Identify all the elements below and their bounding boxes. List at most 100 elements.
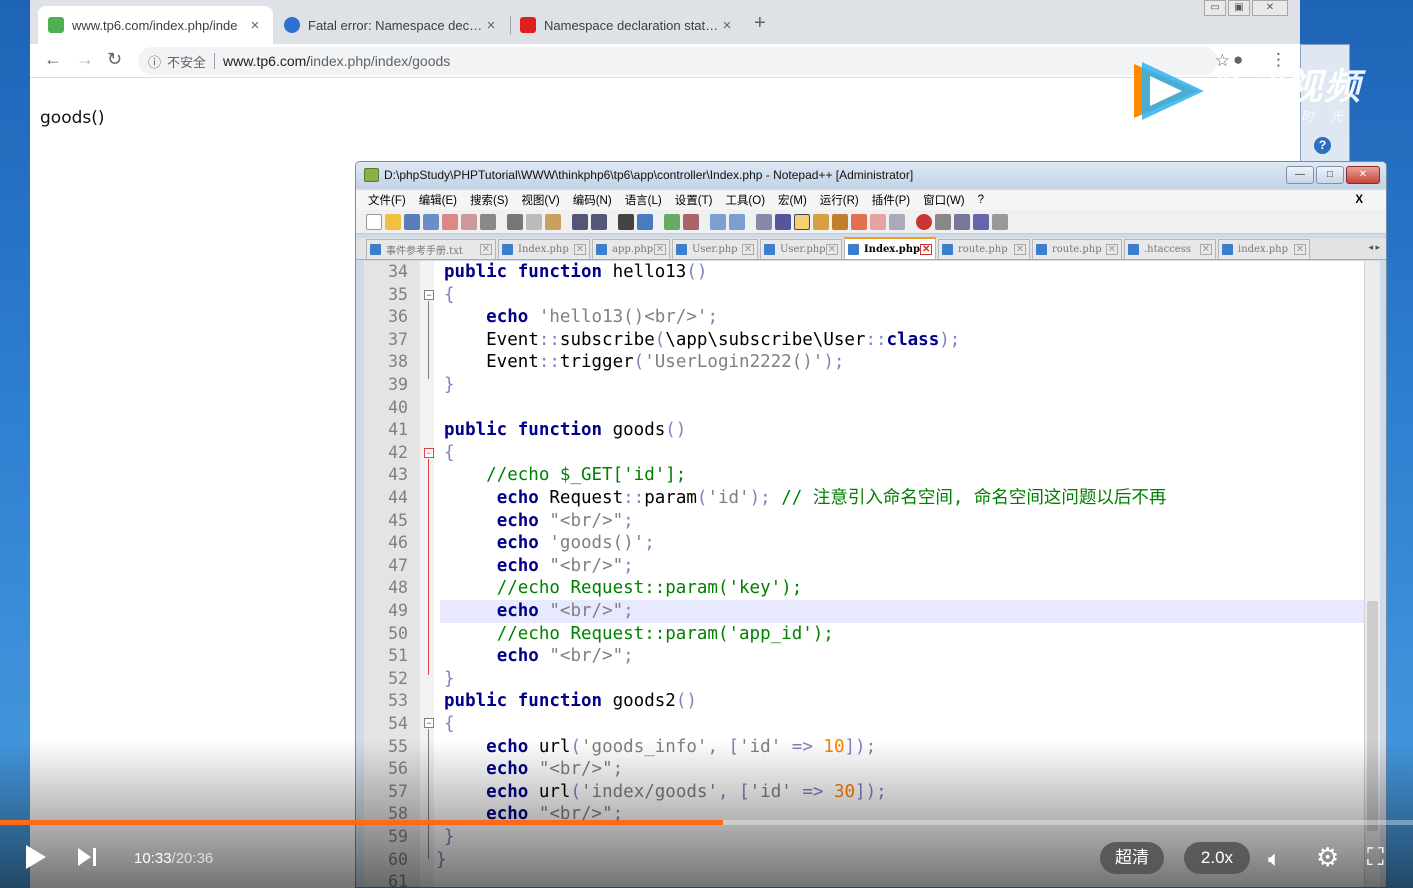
tab-close-icon[interactable]: ✕ — [1199, 244, 1212, 255]
file-tab[interactable]: 事件参考手册.txt ✕ — [366, 239, 496, 259]
menu-close-doc[interactable]: X — [1355, 194, 1363, 206]
menu-edit[interactable]: 编辑(E) — [419, 192, 457, 208]
menu-window[interactable]: 窗口(W) — [923, 192, 965, 208]
function-list-icon[interactable] — [832, 213, 848, 230]
menu-encoding[interactable]: 编码(N) — [573, 192, 612, 208]
tab-close-icon[interactable]: × — [483, 17, 499, 34]
close-file-icon[interactable] — [442, 213, 458, 230]
fullscreen-icon[interactable]: ⛶ — [1367, 844, 1384, 872]
new-tab-button[interactable]: + — [754, 12, 766, 35]
tab-close-icon[interactable]: ✕ — [825, 244, 838, 255]
save-icon[interactable] — [404, 213, 420, 230]
tab-close-icon[interactable]: ✕ — [573, 244, 586, 255]
stop-macro-icon[interactable] — [935, 213, 951, 230]
file-tab[interactable]: User.php ✕ — [672, 239, 758, 259]
file-tab[interactable]: index.php ✕ — [1218, 239, 1310, 259]
back-arrow-icon[interactable]: ← — [44, 49, 62, 70]
browser-tab-2[interactable]: Fatal error: Namespace declar × — [274, 6, 509, 44]
print-icon[interactable] — [480, 213, 496, 230]
folder-workspace-icon[interactable] — [851, 213, 867, 230]
close-window-icon[interactable]: ✕ — [1346, 166, 1380, 184]
monitor-icon[interactable] — [870, 213, 886, 230]
tab-close-icon[interactable]: ✕ — [920, 243, 933, 255]
menu-language[interactable]: 语言(L) — [625, 192, 662, 208]
open-folder-icon[interactable] — [385, 213, 401, 230]
show-all-chars-icon[interactable] — [775, 213, 791, 230]
run-macro-icon[interactable] — [973, 213, 989, 230]
line-number: 43 — [388, 465, 408, 485]
paste-icon[interactable] — [545, 213, 561, 230]
sync-v-icon[interactable] — [710, 213, 726, 230]
cut-icon[interactable] — [507, 213, 523, 230]
zoom-in-icon[interactable] — [664, 213, 680, 230]
minimize-icon[interactable]: ▭ — [1204, 0, 1226, 16]
menu-macro[interactable]: 宏(M) — [778, 192, 807, 208]
browser-tab-3[interactable]: Namespace declaration staten × — [510, 6, 745, 44]
menu-settings[interactable]: 设置(T) — [675, 192, 713, 208]
line-number: 48 — [388, 578, 408, 598]
tab-close-icon[interactable]: ✕ — [741, 244, 754, 255]
code-line: echo "<br/>"; — [496, 555, 634, 576]
undo-icon[interactable] — [572, 213, 588, 230]
tab-close-icon[interactable]: ✕ — [1013, 244, 1026, 255]
save-macro-icon[interactable] — [992, 213, 1008, 230]
save-all-icon[interactable] — [423, 213, 439, 230]
tab-close-icon[interactable]: ✕ — [1293, 244, 1306, 255]
browser-tab-1[interactable]: www.tp6.com/index.php/inde × — [38, 6, 273, 44]
file-tab-active[interactable]: Index.php ✕ — [844, 237, 936, 259]
file-tab[interactable]: User.php ✕ — [760, 239, 842, 259]
menu-help[interactable]: ? — [978, 194, 984, 206]
progress-bar[interactable] — [0, 820, 1413, 825]
settings-gear-icon[interactable]: ⚙ — [1316, 842, 1339, 873]
file-tab[interactable]: app.php ✕ — [592, 239, 670, 259]
minimize-icon[interactable]: — — [1286, 166, 1314, 184]
file-tab-label: index.php — [1238, 244, 1289, 255]
record-macro-icon[interactable] — [916, 213, 932, 230]
indent-guide-icon[interactable] — [794, 213, 810, 230]
menu-search[interactable]: 搜索(S) — [470, 192, 508, 208]
redo-icon[interactable] — [591, 213, 607, 230]
maximize-icon[interactable]: □ — [1316, 166, 1344, 184]
file-tab[interactable]: route.php ✕ — [1032, 239, 1122, 259]
file-tab[interactable]: Index.php ✕ — [498, 239, 590, 259]
play-macro-icon[interactable] — [954, 213, 970, 230]
code-line: echo "<br/>"; — [496, 510, 634, 531]
file-icon — [1036, 244, 1047, 255]
preview-icon[interactable] — [889, 213, 905, 230]
code-line: { — [444, 442, 455, 463]
menu-file[interactable]: 文件(F) — [368, 192, 406, 208]
reload-icon[interactable]: ↻ — [107, 49, 122, 70]
tab-scroll-arrows-icon[interactable]: ◂ ▸ — [1368, 242, 1380, 253]
close-all-icon[interactable] — [461, 213, 477, 230]
file-tab[interactable]: route.php ✕ — [938, 239, 1030, 259]
restore-icon[interactable]: ▣ — [1228, 0, 1250, 16]
quality-button[interactable]: 超清 — [1100, 842, 1164, 874]
tab-close-icon[interactable]: ✕ — [1105, 244, 1118, 255]
menu-tools[interactable]: 工具(O) — [725, 192, 765, 208]
help-icon[interactable]: ? — [1314, 137, 1331, 154]
play-icon[interactable] — [26, 845, 46, 869]
volume-icon[interactable]: 🔈︎ — [1268, 846, 1281, 872]
tab-close-icon[interactable]: × — [719, 17, 735, 34]
replace-icon[interactable] — [637, 213, 653, 230]
info-icon[interactable]: ⓘ — [148, 52, 161, 71]
new-file-icon[interactable] — [366, 213, 382, 230]
forward-arrow-icon[interactable]: → — [76, 49, 94, 70]
address-bar[interactable]: ⓘ 不安全 www.tp6.com/index.php/index/goods … — [138, 47, 1230, 75]
tab-close-icon[interactable]: ✕ — [479, 244, 492, 255]
copy-icon[interactable] — [526, 213, 542, 230]
zoom-out-icon[interactable] — [683, 213, 699, 230]
tab-close-icon[interactable]: × — [247, 17, 263, 34]
sync-h-icon[interactable] — [729, 213, 745, 230]
close-window-icon[interactable]: ✕ — [1252, 0, 1288, 16]
tab-close-icon[interactable]: ✕ — [653, 244, 666, 255]
menu-view[interactable]: 视图(V) — [521, 192, 559, 208]
code-line: { — [444, 284, 455, 305]
find-icon[interactable] — [618, 213, 634, 230]
speed-button[interactable]: 2.0x — [1184, 842, 1250, 874]
word-wrap-icon[interactable] — [756, 213, 772, 230]
menu-plugins[interactable]: 插件(P) — [872, 192, 910, 208]
doc-map-icon[interactable] — [813, 213, 829, 230]
file-tab[interactable]: .htaccess ✕ — [1124, 239, 1216, 259]
menu-run[interactable]: 运行(R) — [820, 192, 859, 208]
